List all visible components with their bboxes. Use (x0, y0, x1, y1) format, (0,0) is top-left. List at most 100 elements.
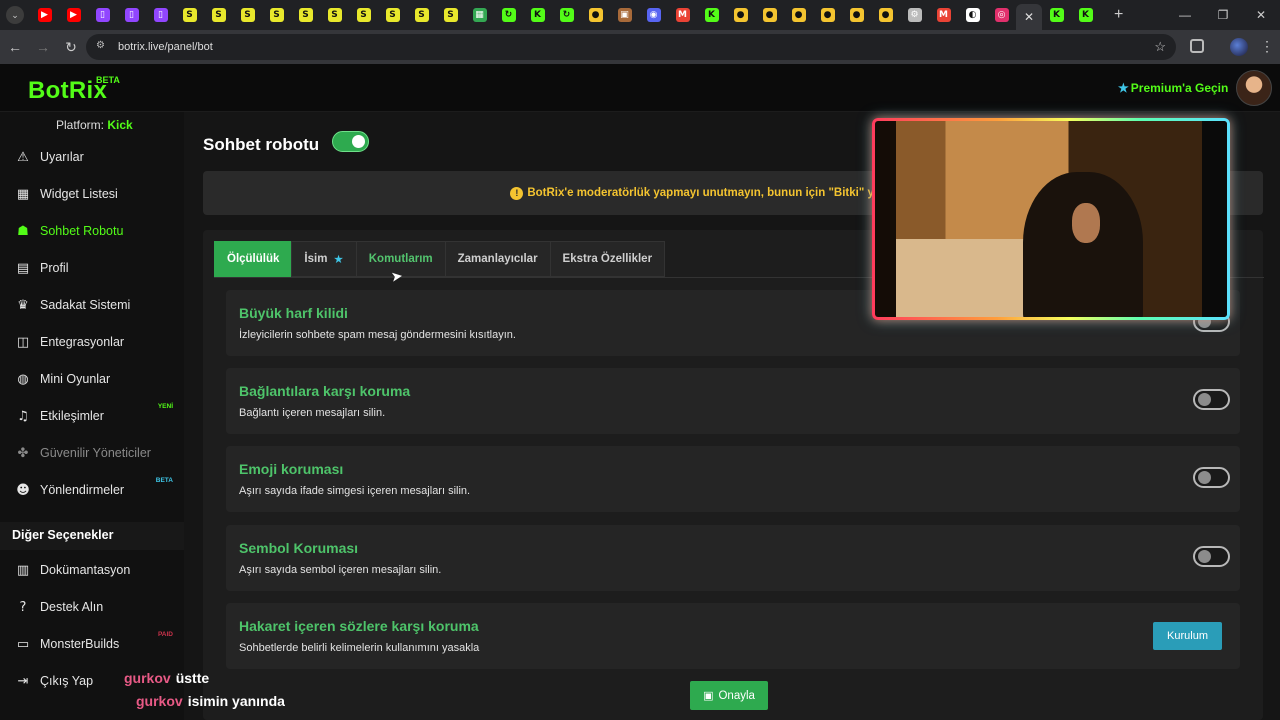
browser-tab[interactable]: ▶ (59, 0, 88, 30)
browser-tab[interactable]: M (929, 0, 958, 30)
setting-toggle[interactable] (1193, 467, 1230, 488)
sidebar-item[interactable]: ◍ Mini Oyunlar (14, 371, 179, 387)
premium-link[interactable]: ★ Premium'a Geçin (1118, 81, 1228, 95)
close-window-button[interactable]: ✕ (1242, 0, 1280, 30)
extensions-icon[interactable] (1190, 39, 1204, 53)
sidebar-other-item[interactable]: ? Destek Alın (14, 599, 179, 615)
browser-tab[interactable]: ▯ (88, 0, 117, 30)
sidebar-item[interactable]: ☗ Sohbet Robotu (14, 223, 179, 239)
new-tab-plus-icon[interactable]: + (1114, 6, 1123, 24)
setting-toggle[interactable] (1193, 546, 1230, 567)
sidebar-item-label: Dokümantasyon (40, 563, 131, 577)
browser-tab[interactable]: S (436, 0, 465, 30)
browser-tab[interactable]: K (1071, 0, 1100, 30)
url-bar[interactable]: ⚙ botrix.live/panel/bot ☆ (86, 34, 1176, 60)
browser-profile-avatar[interactable] (1230, 38, 1248, 56)
setting-title: Büyük harf kilidi (239, 305, 348, 321)
browser-tab[interactable]: S (204, 0, 233, 30)
sidebar-other-item[interactable]: ▥ Dokümantasyon (14, 562, 179, 578)
browser-tab[interactable]: K (697, 0, 726, 30)
window-controls: — ❐ ✕ (1166, 0, 1280, 30)
user-avatar[interactable] (1236, 70, 1272, 106)
browser-tab[interactable]: ◐ (958, 0, 987, 30)
sidebar-other-item[interactable]: ▭ MonsterBuilds PAID (14, 631, 179, 652)
sidebar-item[interactable]: ✤ Güvenilir Yöneticiler (14, 445, 179, 461)
browser-tab[interactable]: S (407, 0, 436, 30)
browser-tab[interactable]: ▯ (146, 0, 175, 30)
browser-tab[interactable]: ● (581, 0, 610, 30)
settings-tab[interactable]: Ölçülülük (214, 241, 293, 277)
sidebar-item[interactable]: ♛ Sadakat Sistemi (14, 297, 179, 313)
browser-tab[interactable]: ⚙ (900, 0, 929, 30)
browser-tab[interactable]: ↻ (552, 0, 581, 30)
sidebar-item[interactable]: ♫ Etkileşimler YENİ (14, 403, 179, 424)
setting-card: Emoji koruması Aşırı sayıda ifade simgesi… (226, 446, 1240, 512)
browser-tab[interactable]: ↻ (494, 0, 523, 30)
browser-tab[interactable]: ● (784, 0, 813, 30)
setting-toggle[interactable] (1193, 389, 1230, 410)
browser-tab[interactable]: ◎ (987, 0, 1016, 30)
browser-tab[interactable]: K (1042, 0, 1071, 30)
browser-tab[interactable]: ▦ (465, 0, 494, 30)
browser-tab[interactable]: S (320, 0, 349, 30)
mouse-cursor-icon: ➤ (389, 268, 404, 286)
browser-tab[interactable]: ▣ (610, 0, 639, 30)
platform-value: Kick (107, 118, 133, 132)
sidebar-item[interactable]: ☻ Yönlendirmeler BETA (14, 477, 179, 498)
browser-tab[interactable]: ● (871, 0, 900, 30)
warning-triangle-icon: ⚠ (17, 149, 29, 165)
platform-indicator: Platform: Kick (56, 118, 133, 132)
star-icon: ★ (333, 252, 344, 266)
setting-card: Sembol Koruması Aşırı sayıda sembol içere… (226, 525, 1240, 591)
setting-description: İzleyicilerin sohbete spam mesaj gönderm… (239, 329, 516, 341)
browser-tab[interactable]: ● (813, 0, 842, 30)
sidebar-item[interactable]: ▦ Widget Listesi (14, 186, 179, 202)
twitch-icon: ▯ (95, 8, 110, 22)
browser-tab[interactable]: S (349, 0, 378, 30)
active-tab-close-icon[interactable]: ✕ (1016, 4, 1042, 30)
settings-tab[interactable]: Zamanlayıcılar (444, 241, 551, 277)
kick-icon: K (530, 8, 545, 22)
browser-tab[interactable]: ● (755, 0, 784, 30)
bookmark-star-icon[interactable]: ☆ (1154, 39, 1166, 55)
browser-menu-icon[interactable]: ⋮ (1260, 38, 1274, 55)
browser-tab[interactable]: ◉ (639, 0, 668, 30)
sidebar-item-label: Widget Listesi (40, 187, 118, 201)
forward-arrow-icon[interactable]: → (30, 39, 56, 55)
sidebar-item-label: Entegrasyonlar (40, 335, 125, 349)
browser-tab[interactable]: ▶ (30, 0, 59, 30)
settings-tab[interactable]: Ekstra Özellikler (549, 241, 666, 277)
browser-tab[interactable]: S (175, 0, 204, 30)
exclamation-circle-icon: ! (510, 186, 524, 200)
browser-tab[interactable]: ▯ (117, 0, 146, 30)
browser-tab[interactable]: S (378, 0, 407, 30)
sidebar-item[interactable]: ⚠ Uyarılar (14, 149, 179, 165)
setup-button[interactable]: Kurulum (1153, 622, 1222, 650)
setting-description: Aşırı sayıda ifade simgesi içeren mesajl… (239, 485, 471, 497)
kick-icon: K (704, 8, 719, 22)
browser-tab[interactable]: M (668, 0, 697, 30)
browser-tab[interactable]: S (291, 0, 320, 30)
browser-tab[interactable]: ● (842, 0, 871, 30)
restore-button[interactable]: ❐ (1204, 0, 1242, 30)
botrix-icon: ● (762, 8, 777, 22)
settings-tab[interactable]: İsim ★ (291, 241, 357, 277)
setting-title: Bağlantılara karşı koruma (239, 383, 411, 399)
reload-icon[interactable]: ↻ (58, 39, 84, 56)
back-arrow-icon[interactable]: ← (2, 39, 28, 55)
twitch-icon: ▯ (124, 8, 139, 22)
browser-tab[interactable]: ● (726, 0, 755, 30)
sidebar-item[interactable]: ▤ Profil (14, 260, 179, 276)
tab-search-chevron-icon[interactable]: ⌄ (6, 6, 24, 24)
browser-tab[interactable]: K (523, 0, 552, 30)
site-info-icon[interactable]: ⚙ (96, 40, 110, 54)
tab-list: ▶ ▶ ▯ ▯ ▯ S S S S S S S S S S ▦ ↻ K ↻ ● ▣ ◉ M K ● ● ● ● ● ● ⚙ M ◐ ◎ ✕ K K + (30, 0, 1123, 30)
save-button[interactable]: ▣ Onayla (690, 681, 768, 710)
setting-card: Bağlantılara karşı koruma Bağlantı içeren… (226, 368, 1240, 434)
minimize-button[interactable]: — (1166, 0, 1204, 30)
streamlabs-icon: S (269, 8, 284, 22)
sidebar-item[interactable]: ◫ Entegrasyonlar (14, 334, 179, 350)
browser-tab[interactable]: S (233, 0, 262, 30)
chatbot-enable-toggle[interactable] (332, 131, 369, 152)
browser-tab[interactable]: S (262, 0, 291, 30)
